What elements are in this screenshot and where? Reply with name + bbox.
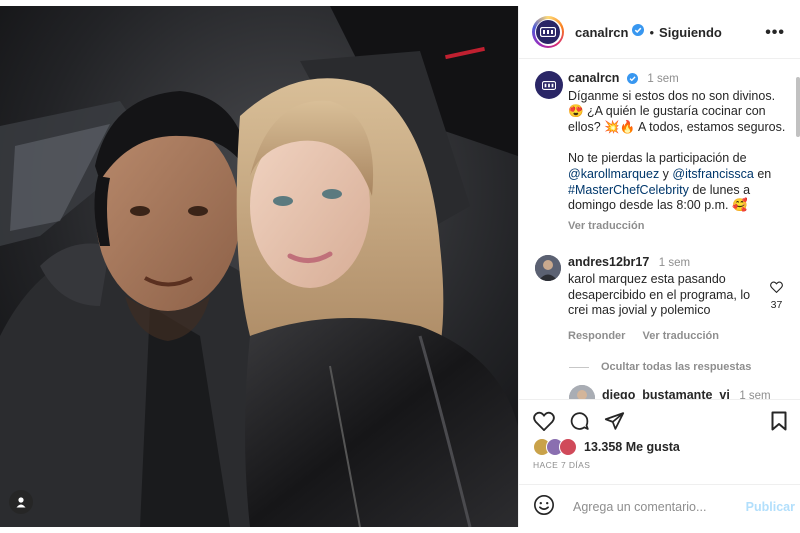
comment-item: andres12br17 1 sem karol marquez esta pa… <box>519 255 800 344</box>
liker-avatar <box>559 438 577 456</box>
comment-input[interactable] <box>571 499 745 515</box>
reply-username[interactable]: diego_bustamante_vi <box>602 388 730 399</box>
photo-illustration <box>0 6 518 527</box>
mention-link[interactable]: @itsfrancissca <box>672 167 753 181</box>
hashtag-link[interactable]: #MasterChefCelebrity <box>568 183 689 197</box>
heart-icon <box>770 281 783 294</box>
header-separator: • <box>649 24 655 40</box>
caption-line: No te pierdas la participación de <box>568 151 747 166</box>
caption-line: domingo desde las 8:00 p.m. 🥰 <box>568 198 748 213</box>
likes-summary[interactable]: 13.358 Me gusta <box>533 438 680 456</box>
comment-like[interactable]: 37 <box>770 281 783 311</box>
likes-count[interactable]: 13.358 Me gusta <box>584 440 680 454</box>
comments-scrollbar[interactable] <box>795 59 800 399</box>
comments-section[interactable]: canalrcn 1 sem Díganme si estos dos no s… <box>519 59 800 399</box>
reply-time[interactable]: 1 sem <box>739 390 770 399</box>
comment-time[interactable]: 1 sem <box>659 257 690 269</box>
tagged-users-icon[interactable] <box>9 490 33 514</box>
post-side-panel: canalrcn • Siguiendo ••• canalrcn 1 sem … <box>518 6 800 527</box>
reply-item: diego_bustamante_vi 1 sem <box>519 385 800 399</box>
comment-text: desapercibido en el programa, lo <box>568 287 751 302</box>
emoji-icon[interactable] <box>533 494 555 521</box>
mention-link[interactable]: @karollmarquez <box>568 167 659 181</box>
see-translation-link[interactable]: Ver traducción <box>568 219 785 235</box>
see-translation-link[interactable]: Ver traducción <box>643 330 719 342</box>
comment-text: crei mas jovial y polemico <box>568 303 711 318</box>
caption-avatar[interactable] <box>535 71 563 99</box>
more-options-icon[interactable]: ••• <box>765 24 785 42</box>
verified-badge-icon <box>632 23 645 41</box>
hide-replies-button[interactable]: Ocultar todas las respuestas <box>569 361 800 373</box>
caption-line: 😍 ¿A quién le gustaría cocinar con <box>568 104 766 119</box>
reply-button[interactable]: Responder <box>568 330 625 342</box>
save-bookmark-icon[interactable] <box>771 411 787 436</box>
caption-line: ellos? 💥🔥 A todos, estamos seguros. <box>568 119 786 134</box>
like-heart-icon[interactable] <box>533 411 555 436</box>
account-avatar[interactable] <box>532 16 564 48</box>
caption-line: Díganme si estos dos no son divinos. <box>568 88 776 103</box>
publish-button[interactable]: Publicar <box>746 500 795 514</box>
comment-like-count: 37 <box>770 299 783 312</box>
post-actions: 13.358 Me gusta HACE 7 DÍAS Publicar <box>519 399 800 528</box>
rcn-logo-icon <box>536 20 560 44</box>
header-username[interactable]: canalrcn <box>575 25 628 40</box>
post-header: canalrcn • Siguiendo ••• <box>519 6 800 59</box>
comment-username[interactable]: andres12br17 <box>568 255 649 269</box>
post-photo[interactable] <box>0 6 518 527</box>
caption-time[interactable]: 1 sem <box>647 73 678 85</box>
reply-avatar[interactable] <box>569 385 595 399</box>
verified-badge-icon <box>626 73 638 89</box>
caption-username[interactable]: canalrcn <box>568 71 619 85</box>
commenter-avatar[interactable] <box>535 255 561 282</box>
comment-text: karol marquez esta pasando <box>568 271 726 286</box>
post-modal: canalrcn • Siguiendo ••• canalrcn 1 sem … <box>0 6 800 527</box>
post-timestamp[interactable]: HACE 7 DÍAS <box>533 460 590 470</box>
share-send-icon[interactable] <box>604 411 625 436</box>
post-caption: canalrcn 1 sem Díganme si estos dos no s… <box>519 59 800 234</box>
following-button[interactable]: Siguiendo <box>659 25 722 40</box>
add-comment-bar: Publicar <box>519 484 800 529</box>
comment-bubble-icon[interactable] <box>569 411 590 437</box>
